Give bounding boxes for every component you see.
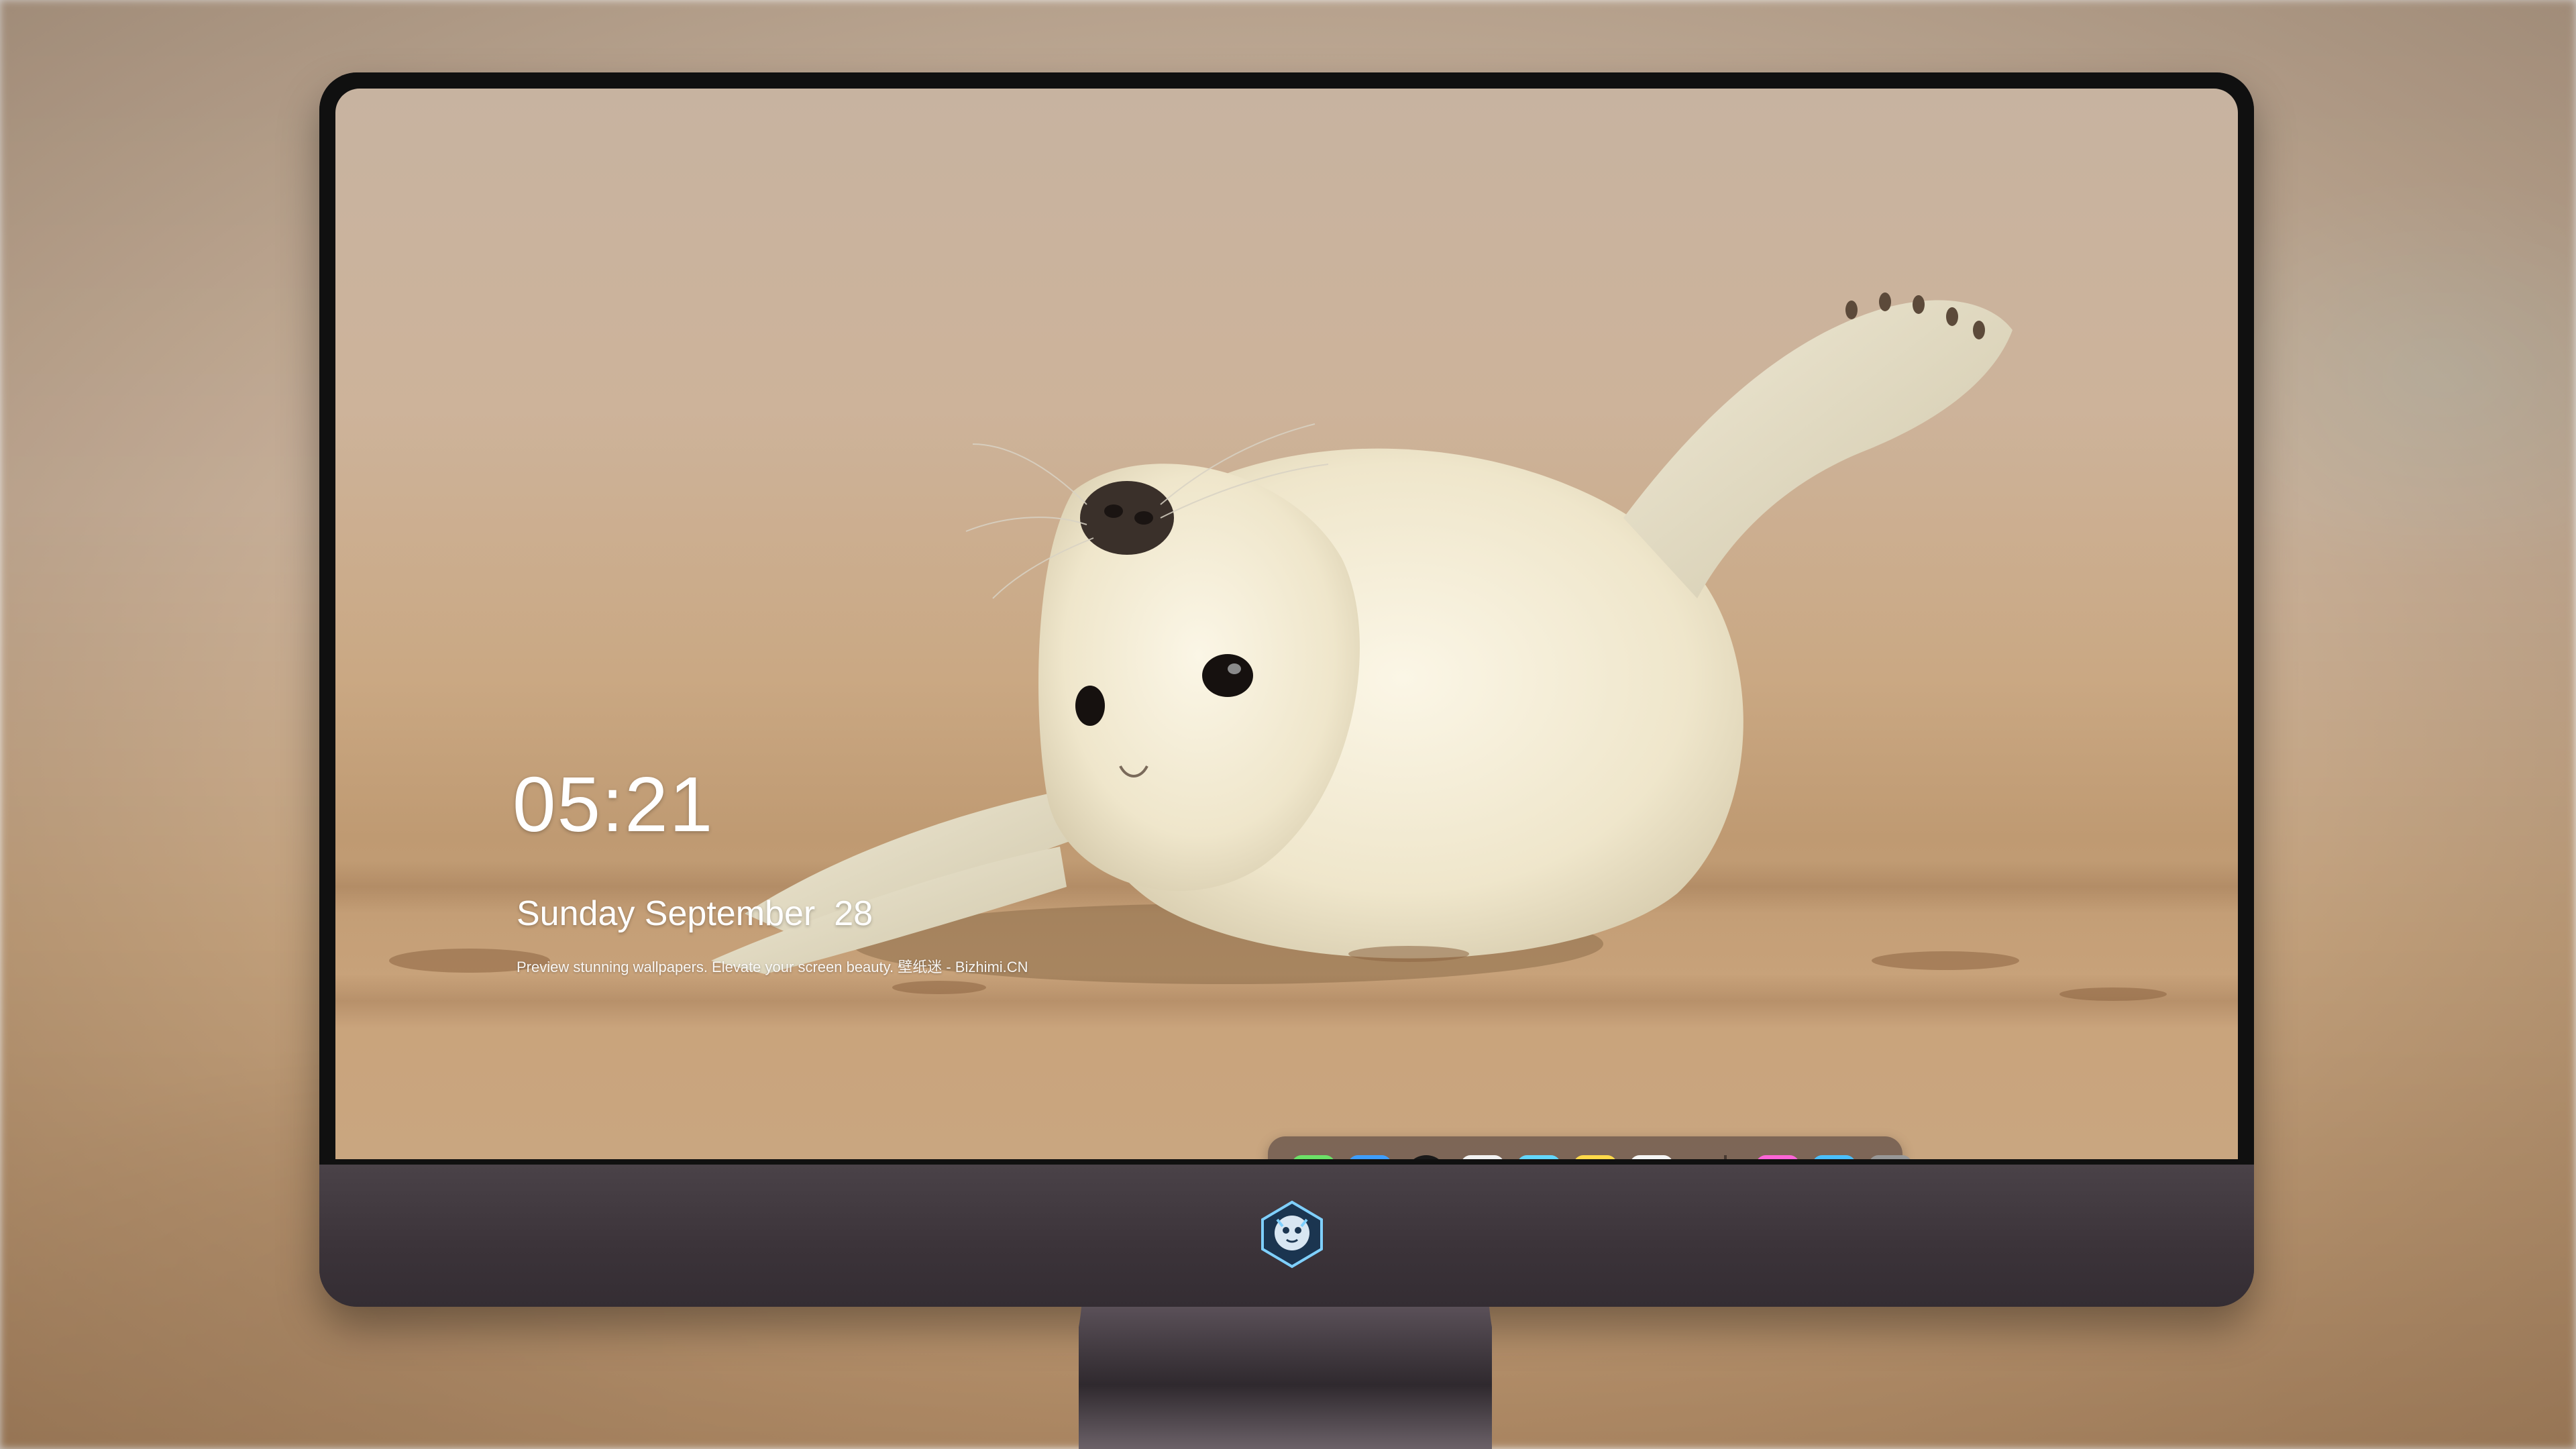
music-icon[interactable] [1756, 1155, 1799, 1159]
clock-icon[interactable] [1405, 1155, 1448, 1159]
dock [1268, 1136, 1912, 1159]
screen-bezel: 05:21 Sunday September 28 Preview stunnin… [319, 72, 2254, 1165]
dock-separator [1724, 1155, 1727, 1159]
lock-screen[interactable]: 05:21 Sunday September 28 Preview stunnin… [335, 89, 2238, 1159]
photos-icon[interactable] [1630, 1155, 1673, 1159]
desktop-monitor: 05:21 Sunday September 28 Preview stunnin… [319, 72, 2254, 1307]
monitor-logo-icon [1261, 1200, 1323, 1269]
clips-icon[interactable] [1517, 1155, 1560, 1159]
seal-wallpaper-image [389, 292, 2167, 1001]
weather-icon[interactable] [1348, 1155, 1391, 1159]
wallpaper-caption: Preview stunning wallpapers. Elevate you… [517, 959, 1028, 975]
app-store-icon[interactable] [1813, 1155, 1856, 1159]
messages-icon[interactable] [1292, 1155, 1335, 1159]
lock-clock: 05:21 [513, 761, 714, 848]
lock-date: Sunday September 28 [517, 894, 873, 934]
notes-icon[interactable] [1574, 1155, 1617, 1159]
monitor-stand [1079, 1307, 1492, 1449]
lock-date-weekday-month: Sunday September [517, 894, 816, 933]
preview-icon[interactable] [1461, 1155, 1504, 1159]
camera-icon[interactable] [1869, 1155, 1912, 1159]
lock-date-day: 28 [834, 894, 873, 933]
